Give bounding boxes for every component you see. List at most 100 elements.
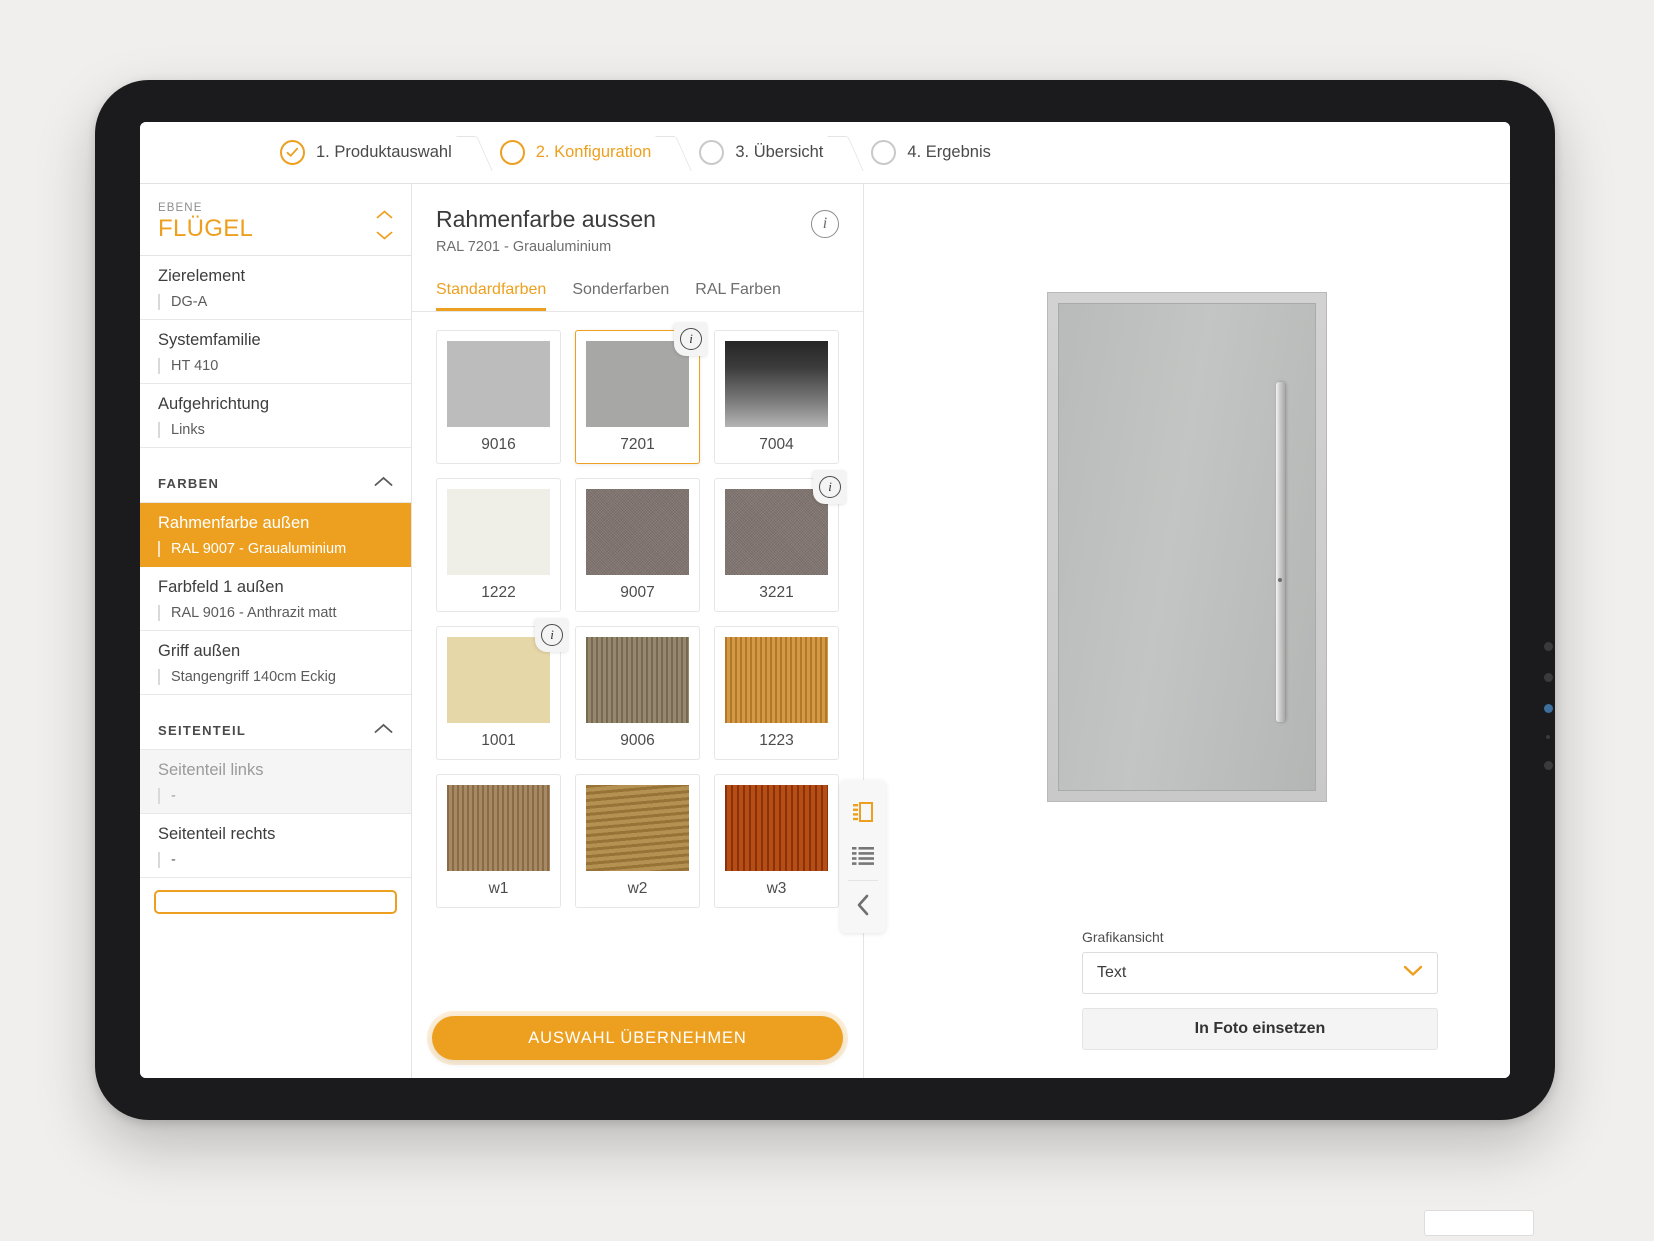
- ebene-selector[interactable]: EBENE FLÜGEL: [140, 184, 411, 256]
- configuration-sidebar: EBENE FLÜGEL Zierelement DG-A Systemfami…: [140, 184, 412, 1078]
- swatch-card[interactable]: 7004: [714, 330, 839, 464]
- ebene-value: FLÜGEL: [158, 215, 254, 242]
- swatch-card[interactable]: 3221 i: [714, 470, 847, 612]
- apply-selection-button[interactable]: AUSWAHL ÜBERNEHMEN: [432, 1016, 843, 1060]
- sidebar-group-seitenteil[interactable]: SEITENTEIL: [140, 695, 411, 750]
- row-label: Seitenteil rechts: [158, 825, 276, 843]
- step-produktauswahl[interactable]: 1. Produktauswahl: [280, 140, 452, 165]
- row-value: RAL 9016 - Anthrazit matt: [158, 605, 393, 621]
- color-chip: [447, 785, 550, 871]
- panel-header: Rahmenfarbe aussen RAL 7201 - Graualumin…: [412, 184, 863, 255]
- tablet-device-frame: 1. Produktauswahl 2. Konfiguration 3. Üb…: [95, 80, 1555, 1120]
- chevron-down-icon: [1403, 964, 1423, 982]
- color-chip: [447, 637, 550, 723]
- device-dot-tiny: [1546, 735, 1550, 739]
- group-title: FARBEN: [158, 475, 220, 491]
- swatch-card[interactable]: 9007: [575, 478, 700, 612]
- sidebar-group-farben[interactable]: FARBEN: [140, 448, 411, 503]
- tab-standardfarben[interactable]: Standardfarben: [436, 281, 547, 311]
- sidebar-item-griff-aussen[interactable]: Griff außen Stangengriff 140cm Eckig: [140, 631, 411, 695]
- swatch-info-icon[interactable]: i: [535, 618, 569, 652]
- step-label: 4. Ergebnis: [907, 143, 991, 161]
- swatch-code: w3: [766, 880, 787, 897]
- sidebar-item-seitenteil-rechts[interactable]: Seitenteil rechts -: [140, 814, 411, 878]
- sidebar-item-rahmenfarbe-aussen[interactable]: Rahmenfarbe außen RAL 9007 - Graualumini…: [140, 503, 411, 567]
- tab-ral-farben[interactable]: RAL Farben: [695, 281, 781, 311]
- swatch-code: 7004: [759, 436, 794, 453]
- preview-toolbar: [840, 780, 886, 933]
- row-value: RAL 9007 - Graualuminium: [158, 541, 393, 557]
- graphic-view-select[interactable]: Text: [1082, 952, 1438, 994]
- sidebar-row-systemfamilie[interactable]: Systemfamilie HT 410: [140, 320, 411, 384]
- swatch-card[interactable]: 9006: [575, 626, 700, 760]
- step-ergebnis[interactable]: 4. Ergebnis: [871, 140, 991, 165]
- color-chip: [725, 785, 828, 871]
- chevron-up-icon[interactable]: [374, 474, 393, 492]
- pending-step-circle-icon: [871, 140, 897, 165]
- swatch-card[interactable]: 1223: [714, 626, 839, 760]
- ebene-kicker-label: EBENE: [158, 202, 203, 214]
- sidebar-row-aufgehrichtung[interactable]: Aufgehrichtung Links: [140, 384, 411, 448]
- swatch-card[interactable]: w2: [575, 774, 700, 908]
- current-step-circle-icon: [499, 140, 525, 165]
- row-label: Aufgehrichtung: [158, 395, 269, 413]
- color-category-tabs: Standardfarben Sonderfarben RAL Farben: [412, 281, 863, 312]
- sidebar-item-farbfeld-1-aussen[interactable]: Farbfeld 1 außen RAL 9016 - Anthrazit ma…: [140, 567, 411, 631]
- ebene-stepper-arrows[interactable]: [376, 206, 393, 245]
- color-chip: [447, 489, 550, 575]
- layout-panel-icon[interactable]: [840, 790, 886, 834]
- step-label: 3. Übersicht: [735, 143, 824, 161]
- device-side-buttons: [1542, 620, 1556, 792]
- sidebar-row-zierelement[interactable]: Zierelement DG-A: [140, 256, 411, 320]
- color-chip: [586, 637, 689, 723]
- swatch-code: 9007: [620, 584, 655, 601]
- step-separator-icon: [823, 130, 871, 176]
- step-uebersicht[interactable]: 3. Übersicht: [699, 140, 823, 165]
- main-content: EBENE FLÜGEL Zierelement DG-A Systemfami…: [140, 184, 1510, 1078]
- swatch-card[interactable]: w1: [436, 774, 561, 908]
- progress-stepper: 1. Produktauswahl 2. Konfiguration 3. Üb…: [140, 122, 1510, 184]
- row-value: DG-A: [158, 294, 393, 310]
- color-chip: [725, 637, 828, 723]
- swatch-info-icon[interactable]: i: [813, 470, 847, 504]
- list-details-icon[interactable]: [840, 834, 886, 878]
- device-dot: [1544, 673, 1553, 682]
- color-chip: [725, 489, 828, 575]
- page-subtitle: RAL 7201 - Graualuminium: [436, 239, 612, 255]
- chevron-up-icon[interactable]: [374, 721, 393, 739]
- row-label: Seitenteil links: [158, 761, 264, 779]
- row-value: Links: [158, 422, 393, 438]
- background-sheet: [1424, 1210, 1534, 1236]
- swatch-info-icon[interactable]: i: [674, 322, 708, 356]
- pending-step-circle-icon: [699, 140, 725, 165]
- chevron-down-icon[interactable]: [376, 227, 393, 245]
- sidebar-item-seitenteil-links[interactable]: Seitenteil links -: [140, 750, 411, 814]
- device-dot: [1544, 761, 1553, 770]
- swatch-card[interactable]: 9016: [436, 330, 561, 464]
- step-separator-icon: [651, 130, 699, 176]
- tab-sonderfarben[interactable]: Sonderfarben: [572, 281, 669, 311]
- chevron-left-icon[interactable]: [840, 883, 886, 927]
- chevron-up-icon[interactable]: [376, 206, 393, 224]
- row-value: HT 410: [158, 358, 393, 374]
- color-chip: [447, 341, 550, 427]
- swatch-card-selected[interactable]: 7201 i: [575, 322, 708, 464]
- swatch-card[interactable]: w3: [714, 774, 839, 908]
- app-screen: 1. Produktauswahl 2. Konfiguration 3. Üb…: [140, 122, 1510, 1078]
- insert-into-photo-button[interactable]: In Foto einsetzen: [1082, 1008, 1438, 1050]
- sidebar-item-highlighted-next[interactable]: [154, 890, 397, 914]
- graphic-view-controls: Grafikansicht Text In Foto einsetzen: [1082, 929, 1438, 1050]
- graphic-view-label: Grafikansicht: [1082, 929, 1164, 945]
- group-title: SEITENTEIL: [158, 722, 247, 738]
- device-dot-blue: [1544, 704, 1553, 713]
- swatch-card[interactable]: 1222: [436, 478, 561, 612]
- row-label: Farbfeld 1 außen: [158, 578, 284, 596]
- color-chip: [586, 489, 689, 575]
- row-label: Systemfamilie: [158, 331, 261, 349]
- info-icon[interactable]: i: [811, 210, 839, 238]
- step-konfiguration[interactable]: 2. Konfiguration: [499, 140, 652, 165]
- swatch-card[interactable]: 1001 i: [436, 618, 569, 760]
- color-chip: [586, 785, 689, 871]
- row-label: Zierelement: [158, 267, 246, 285]
- step-label: 2. Konfiguration: [535, 143, 652, 161]
